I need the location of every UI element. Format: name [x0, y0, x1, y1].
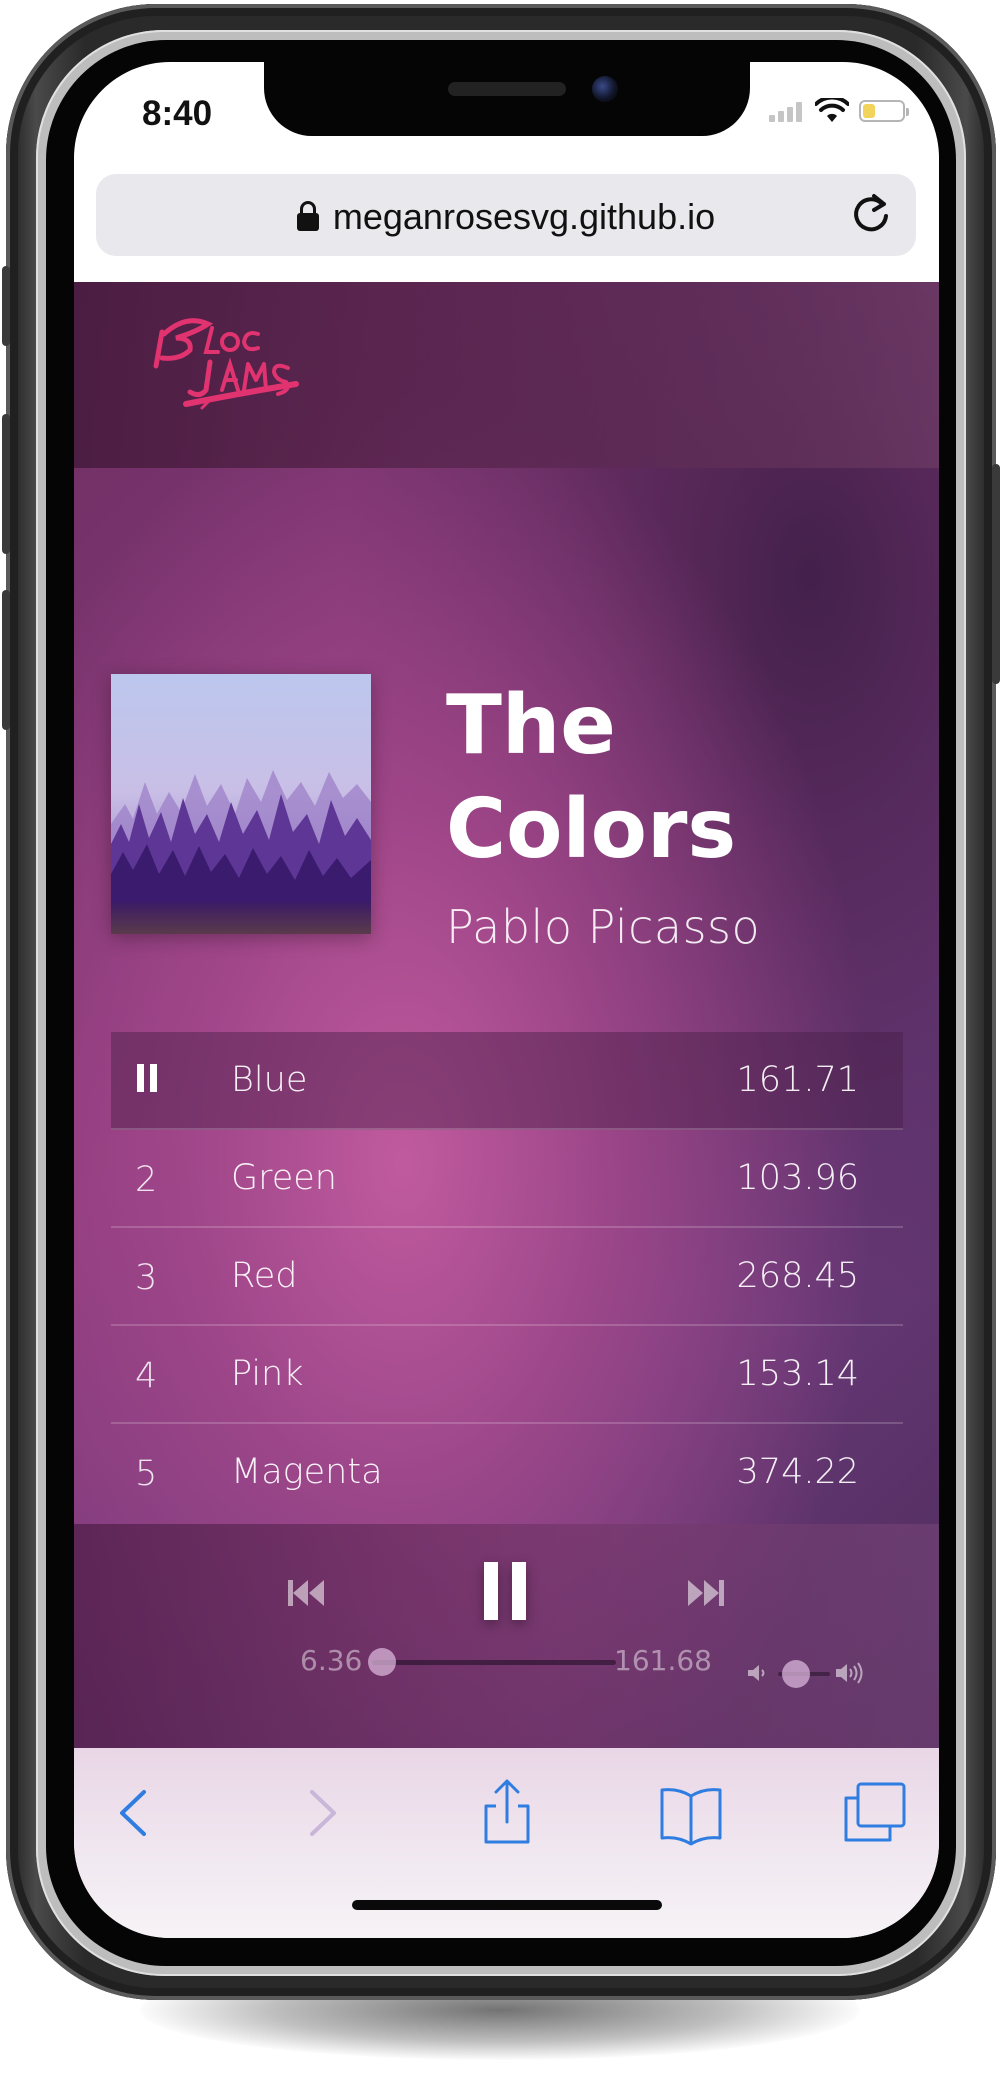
- song-row[interactable]: 2 Green 103.96: [111, 1130, 903, 1228]
- url-display[interactable]: meganrosesvg.github.io: [96, 196, 916, 238]
- volume-slider[interactable]: [778, 1660, 830, 1688]
- volume-down-button: [2, 590, 10, 730]
- next-track-icon[interactable]: [686, 1576, 726, 1610]
- song-duration: 153.14: [736, 1354, 859, 1394]
- volume-up-button: [2, 414, 10, 554]
- song-duration: 268.45: [736, 1256, 859, 1296]
- bloc-jams-logo[interactable]: [146, 308, 306, 418]
- song-number[interactable]: 3: [135, 1258, 175, 1298]
- reload-icon[interactable]: [848, 192, 894, 238]
- cellular-signal-icon: [769, 100, 805, 122]
- home-indicator[interactable]: [352, 1900, 662, 1910]
- address-bar[interactable]: meganrosesvg.github.io: [96, 174, 916, 256]
- bookmarks-icon[interactable]: [656, 1778, 726, 1848]
- lock-icon: [296, 201, 319, 231]
- song-title: Blue: [231, 1060, 308, 1100]
- song-title: Green: [231, 1158, 337, 1198]
- album-cover-image: [111, 674, 371, 934]
- album-title: The Colors: [446, 678, 737, 877]
- song-duration: 103.96: [736, 1158, 859, 1198]
- phone-screen: 8:40 meganrosesvg.github.io The Colors P…: [74, 62, 939, 1938]
- song-title: Red: [231, 1256, 298, 1296]
- song-row[interactable]: 4 Pink 153.14: [111, 1326, 903, 1424]
- share-icon[interactable]: [472, 1778, 542, 1848]
- song-duration: 374.22: [736, 1452, 859, 1492]
- screenshot-stage: 8:40 meganrosesvg.github.io The Colors P…: [0, 0, 1001, 2096]
- front-camera: [592, 76, 618, 102]
- song-row[interactable]: Blue 161.71: [111, 1032, 903, 1130]
- wifi-icon: [815, 98, 849, 122]
- back-arrow-icon[interactable]: [102, 1778, 172, 1848]
- status-icons: [769, 98, 909, 124]
- song-row[interactable]: 3 Red 268.45: [111, 1228, 903, 1326]
- battery-icon: [859, 100, 909, 122]
- status-time: 8:40: [142, 94, 213, 133]
- album-cover-art: [111, 674, 371, 934]
- seek-thumb[interactable]: [367, 1648, 396, 1676]
- volume-high-icon: [836, 1662, 863, 1684]
- pause-icon[interactable]: [482, 1560, 528, 1622]
- phone-frame: 8:40 meganrosesvg.github.io The Colors P…: [2, 4, 1000, 2000]
- power-button: [992, 464, 1000, 684]
- url-text: meganrosesvg.github.io: [332, 196, 716, 237]
- song-list: Blue 161.71 2 Green 103.96 3 Red 268.45: [111, 1032, 903, 1520]
- current-time: 6.36: [300, 1644, 363, 1677]
- song-number[interactable]: 5: [135, 1454, 175, 1494]
- song-duration: 161.71: [736, 1060, 859, 1100]
- bloc-jams-app: The Colors Pablo Picasso Blue 161.71 2 G…: [74, 282, 939, 1748]
- pause-icon[interactable]: [137, 1064, 159, 1094]
- player-bar: 6.36 161.68: [74, 1524, 939, 1748]
- notch: [264, 62, 750, 136]
- mute-switch: [2, 266, 10, 346]
- album-artist: Pablo Picasso: [446, 900, 761, 954]
- song-number[interactable]: 2: [135, 1160, 175, 1200]
- volume-thumb[interactable]: [782, 1660, 811, 1688]
- forward-arrow-icon[interactable]: [284, 1778, 354, 1848]
- earpiece-speaker: [448, 82, 566, 96]
- total-time: 161.68: [614, 1644, 712, 1677]
- seek-bar[interactable]: [367, 1648, 616, 1676]
- song-title: Magenta: [231, 1452, 383, 1492]
- browser-toolbar: [74, 1748, 939, 1938]
- tabs-icon[interactable]: [840, 1778, 910, 1848]
- app-navbar: [74, 282, 939, 468]
- song-row[interactable]: 5 Magenta 374.22: [111, 1424, 903, 1520]
- volume-low-icon: [748, 1665, 765, 1681]
- song-title: Pink: [231, 1354, 304, 1394]
- song-number[interactable]: 4: [135, 1356, 175, 1396]
- previous-track-icon[interactable]: [286, 1576, 326, 1610]
